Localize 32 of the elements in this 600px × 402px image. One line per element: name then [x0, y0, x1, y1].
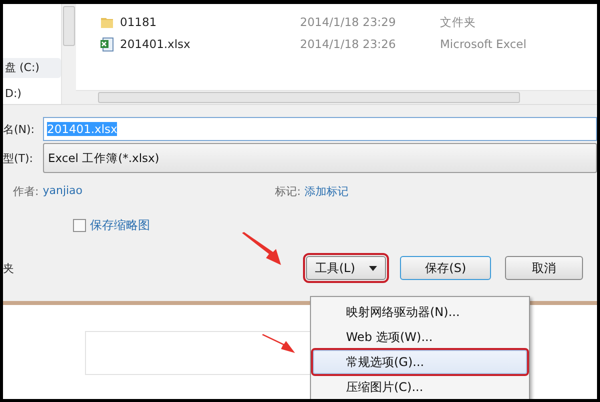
field-label: 型(T): — [3, 150, 34, 166]
field-label: 名(N): — [3, 122, 36, 136]
file-type-dropdown[interactable]: Excel 工作簿(*.xlsx) — [43, 143, 597, 173]
annotation-arrow — [241, 232, 281, 266]
file-type: Microsoft Excel — [440, 37, 528, 51]
caret-icon — [369, 266, 378, 270]
file-type: 文件夹 — [440, 14, 477, 30]
menu-item[interactable]: 压缩图片(C)... — [313, 375, 527, 399]
hide-folders-label[interactable]: 夹 — [3, 260, 306, 276]
vertical-scrollbar[interactable] — [61, 4, 76, 104]
spreadsheet-icon — [100, 36, 114, 52]
dialog-button[interactable]: 取消 — [505, 256, 583, 280]
menu-item[interactable]: 常规选项(G)... — [313, 350, 527, 374]
menu-item[interactable]: 映射网络驱动器(N)... — [313, 300, 527, 324]
horizontal-scrollbar[interactable] — [76, 90, 597, 104]
checkbox[interactable] — [73, 219, 86, 232]
drive-item[interactable]: 盘 (C:) — [3, 58, 61, 78]
file-name[interactable]: 01181 — [120, 15, 157, 29]
tags-label: 标记: — [275, 184, 301, 198]
folder-icon — [100, 15, 114, 29]
annotation-arrow — [261, 334, 295, 354]
add-tags-link[interactable]: 添加标记 — [304, 184, 349, 198]
file-date: 2014/1/18 23:29 — [300, 15, 397, 29]
author-value[interactable]: yanjiao — [42, 184, 83, 198]
drive-item[interactable]: D:) — [3, 84, 61, 104]
tools-button[interactable]: 工具(L) — [306, 256, 386, 280]
file-date: 2014/1/18 23:26 — [300, 37, 397, 51]
menu-item[interactable]: Web 选项(W)... — [313, 325, 527, 349]
file-name[interactable]: 201401.xlsx — [120, 37, 190, 51]
author-label: 作者: — [13, 184, 39, 198]
checkbox-label[interactable]: 保存缩略图 — [90, 217, 150, 234]
dialog-button[interactable]: 保存(S) — [400, 256, 492, 280]
